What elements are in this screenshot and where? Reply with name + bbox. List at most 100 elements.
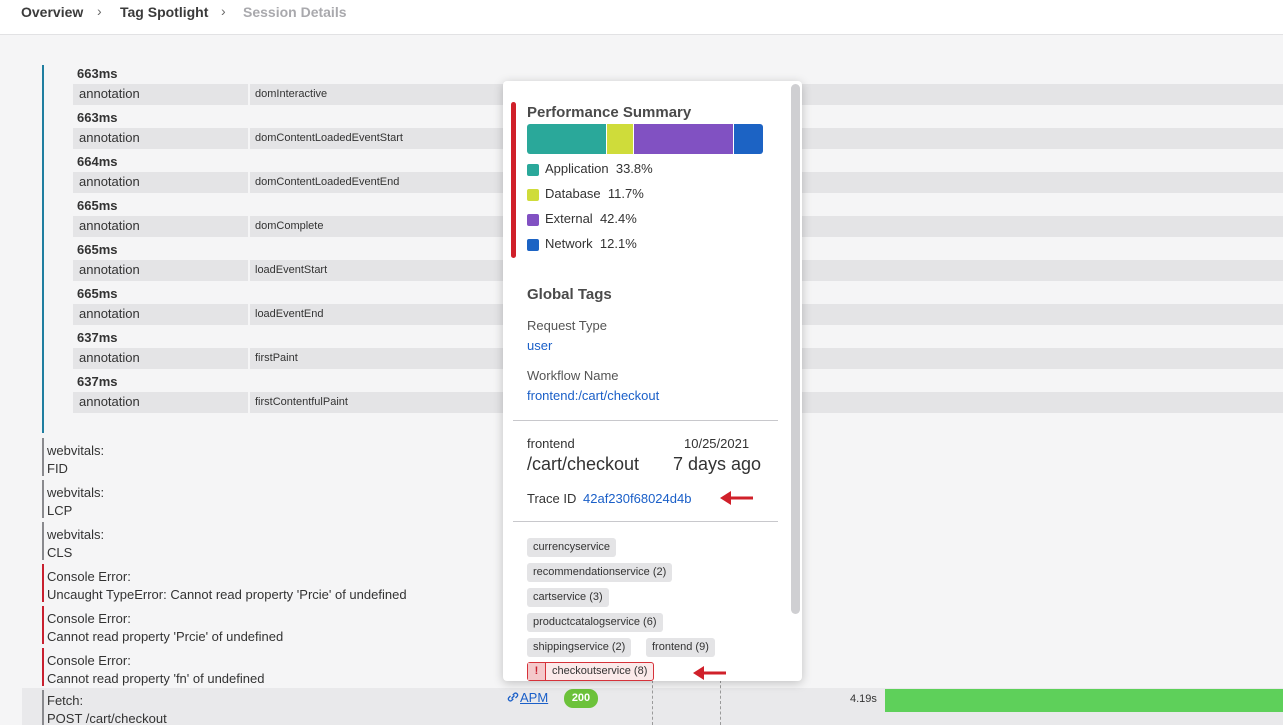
event-type: webvitals: xyxy=(47,443,105,458)
annotation-time: 663ms xyxy=(77,66,118,81)
request-type-label: Request Type xyxy=(527,318,607,333)
event-type: webvitals: xyxy=(47,527,105,542)
event-detail: Uncaught TypeError: Cannot read property… xyxy=(47,587,407,602)
breadcrumb-overview[interactable]: Overview xyxy=(21,4,83,20)
annotation-time: 637ms xyxy=(77,374,118,389)
legend-swatch xyxy=(527,164,539,176)
annotation-value: domInteractive xyxy=(255,88,328,100)
trace-id-link[interactable]: 42af230f68024d4b xyxy=(583,491,691,506)
popover-scrollbar[interactable] xyxy=(791,84,800,614)
event-type: webvitals: xyxy=(47,485,105,500)
divider xyxy=(248,304,250,325)
http-status-badge: 200 xyxy=(564,689,598,708)
event-bar xyxy=(42,522,44,560)
service-tag[interactable]: currencyservice xyxy=(527,538,617,557)
annotation-value: loadEventStart xyxy=(255,264,328,276)
annotation-key: annotation xyxy=(79,174,140,189)
annotation-value: loadEventEnd xyxy=(255,308,324,320)
service-tag[interactable]: recommendationservice (2) xyxy=(527,563,673,582)
trace-date: 10/25/2021 xyxy=(684,436,750,451)
workflow-name-label: Workflow Name xyxy=(527,368,619,383)
divider xyxy=(248,128,250,149)
annotation-key: annotation xyxy=(79,394,140,409)
divider xyxy=(513,420,778,421)
event-detail: POST /cart/checkout xyxy=(47,711,167,725)
event-error-bar xyxy=(42,564,44,602)
annotation-key: annotation xyxy=(79,262,140,277)
fetch-duration-bar[interactable] xyxy=(885,689,1283,712)
legend-swatch xyxy=(527,239,539,251)
annotation-value: firstPaint xyxy=(255,352,298,364)
annotation-key: annotation xyxy=(79,218,140,233)
divider xyxy=(248,216,250,237)
annotation-time: 665ms xyxy=(77,242,118,257)
event-detail: Cannot read property 'Prcie' of undefine… xyxy=(47,629,284,644)
divider xyxy=(248,348,250,369)
event-detail: CLS xyxy=(47,545,73,560)
event-detail: FID xyxy=(47,461,68,476)
timeline-marker xyxy=(720,680,721,725)
divider xyxy=(248,172,250,193)
event-detail: Cannot read property 'fn' of undefined xyxy=(47,671,265,686)
performance-summary-title: Performance Summary xyxy=(527,104,692,121)
service-tag-label: checkoutservice (8) xyxy=(552,665,648,677)
request-type-value[interactable]: user xyxy=(527,338,552,353)
divider xyxy=(248,84,250,105)
annotation-value: firstContentfulPaint xyxy=(255,396,348,408)
breadcrumb-session-details: Session Details xyxy=(243,4,347,20)
annotation-value: domComplete xyxy=(255,220,324,232)
breadcrumb-tag-spotlight[interactable]: Tag Spotlight xyxy=(120,4,208,20)
service-tag[interactable]: cartservice (3) xyxy=(527,588,609,607)
link-icon xyxy=(507,692,519,702)
chevron-right-icon: › xyxy=(97,3,102,19)
performance-stacked-bar xyxy=(527,124,763,154)
breadcrumb: Overview › Tag Spotlight › Session Detai… xyxy=(0,0,1283,35)
annotation-time: 665ms xyxy=(77,198,118,213)
event-error-bar xyxy=(42,648,44,686)
session-details-page: Overview › Tag Spotlight › Session Detai… xyxy=(0,0,1283,725)
highlight-marker xyxy=(511,102,516,258)
annotation-time: 665ms xyxy=(77,286,118,301)
event-bar xyxy=(42,438,44,476)
service-tag[interactable]: shippingservice (2) xyxy=(527,638,632,657)
trace-id-label: Trace ID xyxy=(527,491,577,506)
apm-link-label: APM xyxy=(520,690,549,705)
arrow-left-icon xyxy=(720,491,753,505)
chevron-right-icon: › xyxy=(221,3,226,19)
event-type: Fetch: xyxy=(47,693,84,708)
divider xyxy=(248,260,250,281)
annotation-key: annotation xyxy=(79,130,140,145)
annotation-time: 663ms xyxy=(77,110,118,125)
perf-segment-external xyxy=(634,124,735,154)
annotation-value: domContentLoadedEventEnd xyxy=(255,176,400,188)
timeline-marker xyxy=(652,680,653,725)
apm-link[interactable]: APM xyxy=(506,690,548,705)
fetch-duration: 4.19s xyxy=(850,693,877,705)
event-error-bar xyxy=(42,606,44,644)
service-tag[interactable]: frontend (9) xyxy=(646,638,715,657)
perf-segment-network xyxy=(734,124,763,154)
event-bar xyxy=(42,690,44,725)
global-tags-title: Global Tags xyxy=(527,286,612,303)
service-tag-error[interactable]: ! checkoutservice (8) xyxy=(527,662,655,681)
service-tag[interactable]: productcatalogservice (6) xyxy=(527,613,663,632)
workflow-name-value[interactable]: frontend:/cart/checkout xyxy=(527,388,659,403)
error-icon: ! xyxy=(528,663,546,680)
trace-age: 7 days ago xyxy=(673,454,762,474)
divider xyxy=(248,392,250,413)
event-type: Console Error: xyxy=(47,611,131,626)
event-detail: LCP xyxy=(47,503,73,518)
annotation-key: annotation xyxy=(79,350,140,365)
annotation-time: 664ms xyxy=(77,154,118,169)
perf-segment-database xyxy=(606,124,635,154)
annotation-group-bar xyxy=(42,65,44,433)
endpoint-path: /cart/checkout xyxy=(527,454,640,474)
legend-swatch xyxy=(527,189,539,201)
event-type: Console Error: xyxy=(47,653,131,668)
annotation-time: 637ms xyxy=(77,330,118,345)
event-type: Console Error: xyxy=(47,569,131,584)
service-name: frontend xyxy=(527,436,575,451)
event-bar xyxy=(42,480,44,518)
arrow-left-icon xyxy=(693,666,726,680)
annotation-key: annotation xyxy=(79,306,140,321)
